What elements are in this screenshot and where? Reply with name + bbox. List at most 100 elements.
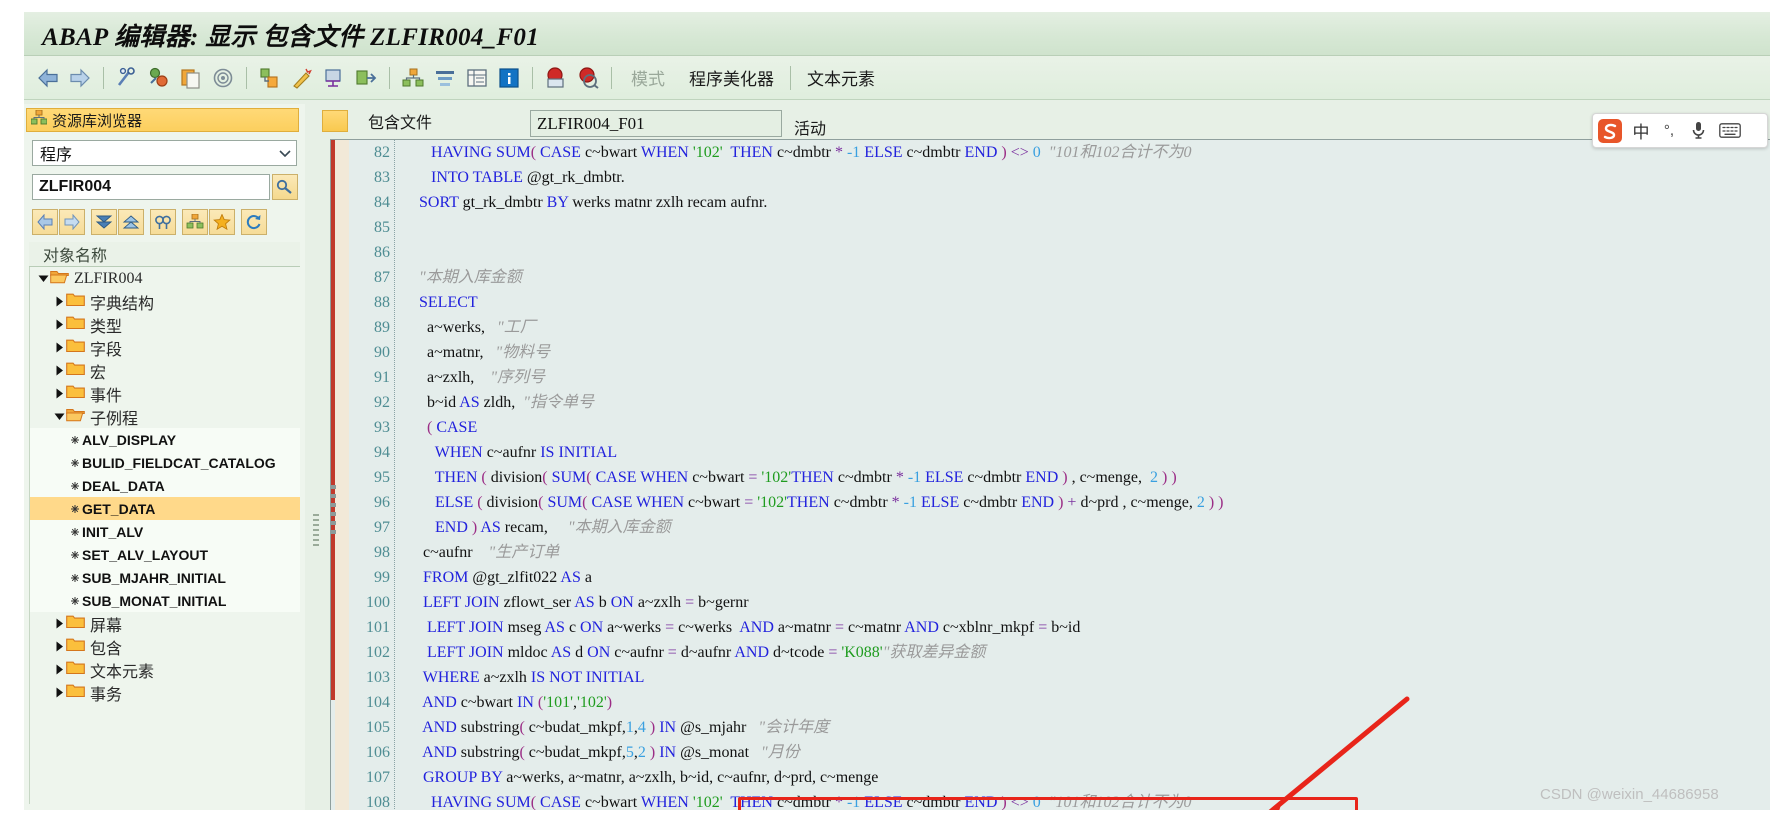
code-line[interactable]: AND c~bwart IN ('101','102') <box>399 690 1770 715</box>
tree-item-get-data[interactable]: GET_DATA <box>30 497 300 520</box>
tree-item-[interactable]: 类型 <box>30 313 300 336</box>
microphone-icon[interactable] <box>1683 114 1713 147</box>
ime-punctuation-toggle[interactable]: °, <box>1655 114 1683 147</box>
code-line[interactable]: HAVING SUM( CASE c~bwart WHEN '102' THEN… <box>399 140 1770 165</box>
info-icon[interactable] <box>495 64 523 92</box>
code-line[interactable]: SORT gt_rk_dmbtr BY werks matnr zxlh rec… <box>399 190 1770 215</box>
tree-item-sub-mjahr-initial[interactable]: SUB_MJAHR_INITIAL <box>30 566 300 589</box>
refresh-icon[interactable] <box>241 209 267 235</box>
code-line[interactable]: FROM @gt_zlfit022 AS a <box>399 565 1770 590</box>
ime-language-toggle[interactable]: 中 <box>1627 114 1655 147</box>
panel-splitter[interactable] <box>311 104 322 810</box>
chevron-right-icon[interactable] <box>52 618 66 629</box>
tree-item-[interactable]: 包含 <box>30 635 300 658</box>
collapse-all-icon[interactable] <box>118 209 144 235</box>
code-line[interactable]: LEFT JOIN zflowt_ser AS b ON a~zxlh = b~… <box>399 590 1770 615</box>
display-object-button[interactable] <box>272 174 298 200</box>
copy-object-icon[interactable] <box>177 64 205 92</box>
find-icon[interactable] <box>150 209 176 235</box>
tree-item-sub-monat-initial[interactable]: SUB_MONAT_INITIAL <box>30 589 300 612</box>
favorites-icon[interactable] <box>209 209 235 235</box>
debug-icon[interactable] <box>542 64 570 92</box>
code-line[interactable]: LEFT JOIN mseg AS c ON a~werks = c~werks… <box>399 615 1770 640</box>
code-line[interactable]: END ) AS recam, "本期入库金额 <box>399 515 1770 540</box>
chevron-right-icon[interactable] <box>52 319 66 330</box>
code-line[interactable] <box>399 215 1770 240</box>
tree-item-[interactable]: 屏幕 <box>30 612 300 635</box>
sogou-logo-icon[interactable] <box>1593 114 1627 147</box>
chevron-right-icon[interactable] <box>52 365 66 376</box>
code-line[interactable]: SELECT <box>399 290 1770 315</box>
text-elements-menu[interactable]: 文本元素 <box>795 65 887 90</box>
breakpoint-icon[interactable] <box>574 64 602 92</box>
code-line[interactable]: THEN ( division( SUM( CASE WHEN c~bwart … <box>399 465 1770 490</box>
object-list-icon[interactable] <box>182 209 208 235</box>
activate-icon[interactable] <box>145 64 173 92</box>
pattern-icon[interactable] <box>209 64 237 92</box>
jump-icon[interactable] <box>352 64 380 92</box>
include-file-input[interactable]: ZLFIR004_F01 <box>530 110 782 137</box>
back-arrow-icon[interactable] <box>34 64 62 92</box>
code-line[interactable]: AND substring( c~budat_mkpf,5,2 ) IN @s_… <box>399 740 1770 765</box>
tree-item-bulid-fieldcat-catalog[interactable]: BULID_FIELDCAT_CATALOG <box>30 451 300 474</box>
tree-item-deal-data[interactable]: DEAL_DATA <box>30 474 300 497</box>
code-line[interactable]: a~zxlh, "序列号 <box>399 365 1770 390</box>
tree-item-[interactable]: 事件 <box>30 382 300 405</box>
display-object-icon[interactable] <box>256 64 284 92</box>
sort-icon[interactable] <box>431 64 459 92</box>
tree-item-[interactable]: 宏 <box>30 359 300 382</box>
code-token: IN <box>659 744 677 761</box>
chevron-right-icon[interactable] <box>52 687 66 698</box>
chevron-right-icon[interactable] <box>52 388 66 399</box>
tree-item-[interactable]: 字典结构 <box>30 290 300 313</box>
tree-item-alv-display[interactable]: ALV_DISPLAY <box>30 428 300 451</box>
nav-back-icon[interactable] <box>32 209 58 235</box>
expand-all-icon[interactable] <box>91 209 117 235</box>
forward-arrow-icon[interactable] <box>66 64 94 92</box>
code-line[interactable]: "本期入库金额 <box>399 265 1770 290</box>
chevron-right-icon[interactable] <box>52 641 66 652</box>
tree-item-[interactable]: 字段 <box>30 336 300 359</box>
chevron-right-icon[interactable] <box>52 664 66 675</box>
pretty-printer-menu[interactable]: 程序美化器 <box>677 65 786 90</box>
code-line[interactable]: WHERE a~zxlh IS NOT INITIAL <box>399 665 1770 690</box>
chevron-right-icon[interactable] <box>52 296 66 307</box>
chevron-down-icon[interactable] <box>274 141 296 165</box>
code-line[interactable]: LEFT JOIN mldoc AS d ON c~aufnr = d~aufn… <box>399 640 1770 665</box>
object-type-select[interactable]: 程序 <box>32 140 297 166</box>
code-line[interactable]: INTO TABLE @gt_rk_dmbtr. <box>399 165 1770 190</box>
object-tree[interactable]: ZLFIR004 字典结构 类型 字段宏事件 子例程 ALV_DISPLAY BULID_F… <box>29 267 300 804</box>
code-line[interactable]: b~id AS zldh, "指令单号 <box>399 390 1770 415</box>
code-line[interactable]: AND substring( c~budat_mkpf,1,4 ) IN @s_… <box>399 715 1770 740</box>
code-line[interactable] <box>399 240 1770 265</box>
keyboard-icon[interactable] <box>1713 114 1747 147</box>
object-navigator-icon[interactable] <box>399 64 427 92</box>
nav-forward-icon[interactable] <box>59 209 85 235</box>
code-line[interactable]: WHEN c~aufnr IS INITIAL <box>399 440 1770 465</box>
ime-floating-bar[interactable]: 中 °, <box>1592 113 1768 148</box>
chevron-right-icon[interactable] <box>52 342 66 353</box>
check-syntax-icon[interactable] <box>113 64 141 92</box>
code-line[interactable]: a~matnr, "物料号 <box>399 340 1770 365</box>
tree-item-init-alv[interactable]: INIT_ALV <box>30 520 300 543</box>
object-name-input[interactable]: ZLFIR004 <box>32 174 270 200</box>
code-editor[interactable]: 82 83 84 85 86 87 88 89 90 91 92 93 94 95 96 97 98 99 100 1… <box>330 139 1770 810</box>
code-content[interactable]: HAVING SUM( CASE c~bwart WHEN '102' THEN… <box>399 140 1770 810</box>
code-line[interactable]: a~werks, "工厂 <box>399 315 1770 340</box>
where-used-icon[interactable] <box>320 64 348 92</box>
tree-item-[interactable]: 子例程 <box>30 405 300 428</box>
chevron-down-icon[interactable] <box>52 412 66 421</box>
tree-item-[interactable]: 事务 <box>30 681 300 704</box>
code-line[interactable]: ELSE ( division( SUM( CASE WHEN c~bwart … <box>399 490 1770 515</box>
chevron-down-icon[interactable] <box>36 274 50 283</box>
code-line[interactable]: ( CASE <box>399 415 1770 440</box>
tree-item-zlfir004[interactable]: ZLFIR004 <box>30 267 300 290</box>
pretty-printer-icon[interactable] <box>288 64 316 92</box>
tree-item-set-alv-layout[interactable]: SET_ALV_LAYOUT <box>30 543 300 566</box>
tree-item-[interactable]: 文本元素 <box>30 658 300 681</box>
splitter-grip[interactable] <box>313 514 319 548</box>
mode-menu[interactable]: 模式 <box>619 65 677 90</box>
list-icon[interactable] <box>463 64 491 92</box>
code-line[interactable]: c~aufnr "生产订单 <box>399 540 1770 565</box>
